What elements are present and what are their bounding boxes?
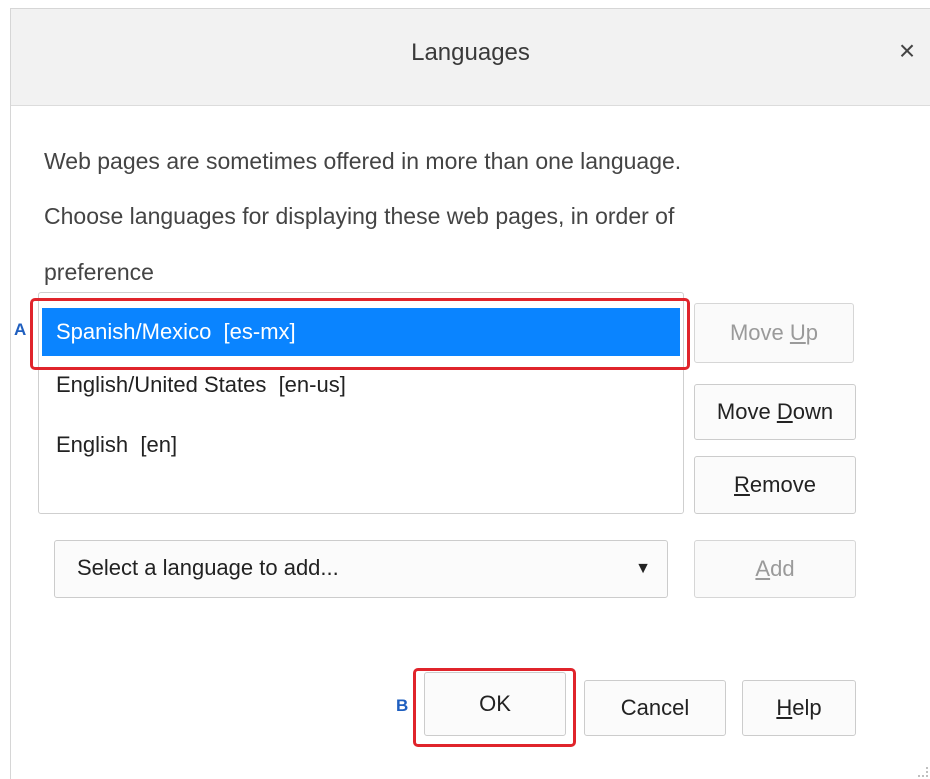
add-button[interactable]: Add [694,540,856,598]
language-select-value: Select a language to add... [77,555,339,580]
move-down-accel: D [776,399,793,424]
move-up-label-pre: Move [729,320,790,345]
language-select[interactable]: Select a language to add... ▼ [54,540,668,598]
close-icon[interactable]: × [892,33,922,69]
dialog-title: Languages [411,39,530,66]
help-label-post: elp [792,695,822,720]
annotation-marker-b: B [396,696,409,715]
help-button[interactable]: Help [742,680,856,736]
list-item-english-united-states[interactable]: English/United States [en-us] [42,366,680,404]
add-accel: A [755,556,771,581]
dropdown-arrow-icon: ▼ [635,560,651,577]
remove-button[interactable]: Remove [694,456,856,514]
move-up-label-post: p [805,320,819,345]
ok-button[interactable]: OK [424,672,566,736]
cancel-button[interactable]: Cancel [584,680,726,736]
resize-grip[interactable] [918,767,928,777]
remove-accel: R [734,472,750,497]
description-line-2: Choose languages for displaying these we… [44,203,675,229]
annotation-marker-a: A [14,320,27,339]
list-item-english[interactable]: English [en] [42,426,680,464]
move-down-label-pre: Move [716,399,777,424]
list-item-spanish-mexico[interactable]: Spanish/Mexico [es-mx] [42,308,680,356]
remove-label-post: emove [749,472,816,497]
add-label-post: dd [770,556,795,581]
title-bar: Languages × [11,9,930,106]
description-line-3: preference [44,259,154,285]
move-up-accel: U [789,320,806,345]
help-accel: H [776,695,793,720]
language-list[interactable]: Spanish/Mexico [es-mx] English/United St… [38,292,684,514]
description-line-1: Web pages are sometimes offered in more … [44,148,682,174]
move-down-button[interactable]: Move Down [694,384,856,440]
move-up-button[interactable]: Move Up [694,303,854,363]
move-down-label-post: own [792,399,834,424]
